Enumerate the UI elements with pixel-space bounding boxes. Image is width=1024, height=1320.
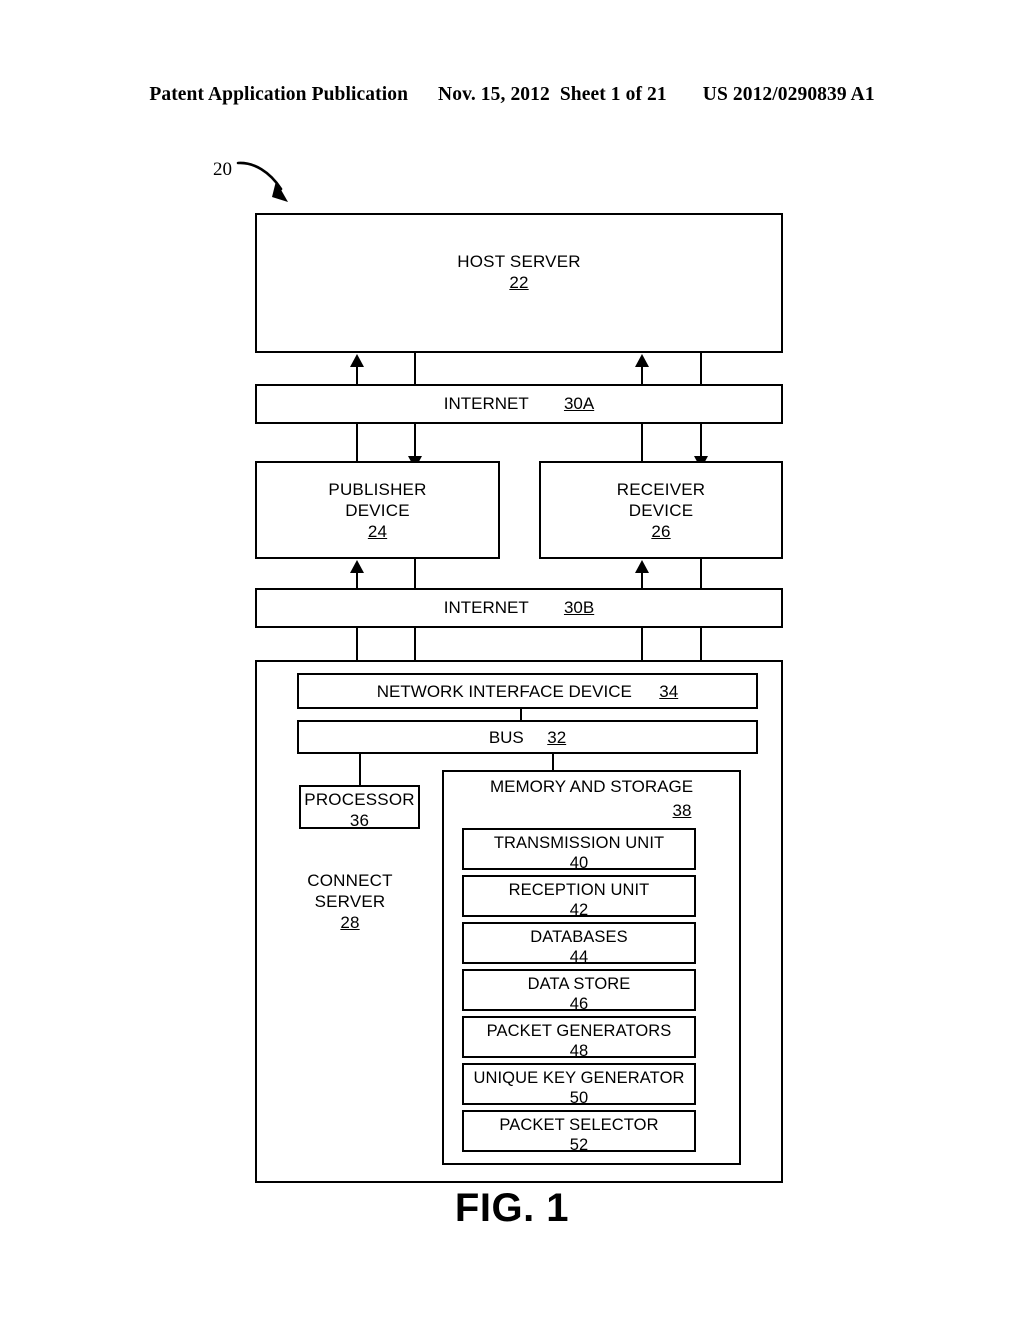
memory-module-title: UNIQUE KEY GENERATOR xyxy=(473,1069,685,1087)
internet-30b-title: INTERNET xyxy=(443,598,529,617)
memory-module-title: PACKET GENERATORS xyxy=(486,1022,672,1040)
bus-ref: 32 xyxy=(547,728,567,747)
internet-30b-label: INTERNET 30B xyxy=(255,597,783,618)
memory-and-storage-title-label: MEMORY AND STORAGE xyxy=(442,776,741,797)
memory-module-title: RECEPTION UNIT xyxy=(508,881,650,899)
memory-module-ref: 40 xyxy=(569,854,589,872)
publisher-device-label: PUBLISHER DEVICE 24 xyxy=(255,479,500,542)
arrow-head-connect-to-publisher-icon xyxy=(350,560,364,573)
connector-nid-to-bus xyxy=(520,709,522,720)
publisher-device-title-line1: PUBLISHER xyxy=(328,480,427,499)
header-sheet-label: Sheet 1 of 21 xyxy=(559,84,667,105)
figure-caption: FIG. 1 xyxy=(454,1186,570,1230)
memory-and-storage-title: MEMORY AND STORAGE xyxy=(489,777,694,796)
system-callout-label: 20 xyxy=(213,159,232,180)
memory-module-ref: 52 xyxy=(569,1136,589,1154)
memory-module-ref: 48 xyxy=(569,1042,589,1060)
processor-title: PROCESSOR xyxy=(304,790,415,809)
connector-bus-to-processor xyxy=(359,754,361,786)
network-interface-device-title: NETWORK INTERFACE DEVICE xyxy=(376,682,632,701)
connector-bus-to-memory xyxy=(552,754,554,771)
memory-module-title: DATA STORE xyxy=(527,975,631,993)
processor-ref: 36 xyxy=(349,811,370,830)
arrow-head-connect-to-receiver-icon xyxy=(635,560,649,573)
memory-module-box: DATABASES 44 xyxy=(462,922,696,966)
receiver-device-label: RECEIVER DEVICE 26 xyxy=(539,479,783,542)
memory-and-storage-ref-label: 38 xyxy=(672,801,692,820)
arrow-head-publisher-to-host-icon xyxy=(350,354,364,367)
header-publication-label: Patent Application Publication xyxy=(149,84,409,105)
system-callout-lead-arrow-icon xyxy=(236,161,288,202)
memory-module-title: PACKET SELECTOR xyxy=(499,1116,659,1134)
arrow-head-receiver-to-host-icon xyxy=(635,354,649,367)
memory-module-title: DATABASES xyxy=(530,928,628,946)
receiver-device-title-line1: RECEIVER xyxy=(616,480,706,499)
connect-server-title-line2: SERVER xyxy=(314,892,386,911)
internet-30a-label: INTERNET 30A xyxy=(255,393,783,414)
publisher-device-title-line2: DEVICE xyxy=(345,501,410,520)
internet-30a-ref: 30A xyxy=(563,394,595,413)
memory-module-ref: 44 xyxy=(569,948,589,966)
memory-module-box: TRANSMISSION UNIT 40 xyxy=(462,828,696,872)
memory-module-box: RECEPTION UNIT 42 xyxy=(462,875,696,919)
connect-server-ref: 28 xyxy=(340,913,360,932)
network-interface-device-ref: 34 xyxy=(659,682,679,701)
memory-module-box: PACKET GENERATORS 48 xyxy=(462,1016,696,1060)
receiver-device-ref: 26 xyxy=(651,522,671,541)
host-server-ref: 22 xyxy=(509,273,529,292)
internet-30a-title: INTERNET xyxy=(443,394,529,413)
memory-module-title: TRANSMISSION UNIT xyxy=(493,834,665,852)
memory-module-ref: 42 xyxy=(569,901,589,919)
host-server-label: HOST SERVER 22 xyxy=(255,251,783,293)
memory-module-ref: 46 xyxy=(569,995,589,1013)
host-server-title: HOST SERVER xyxy=(457,252,581,271)
header-patent-number: US 2012/0290839 A1 xyxy=(702,84,875,105)
publisher-device-ref: 24 xyxy=(367,522,388,541)
connect-server-title-line1: CONNECT xyxy=(307,871,393,890)
publication-header: Patent Application Publication Nov. 15, 2… xyxy=(0,84,1024,106)
memory-module-box: UNIQUE KEY GENERATOR 50 xyxy=(462,1063,696,1107)
bus-label: BUS 32 xyxy=(297,727,758,748)
receiver-device-title-line2: DEVICE xyxy=(628,501,694,520)
network-interface-device-label: NETWORK INTERFACE DEVICE 34 xyxy=(297,681,758,702)
memory-module-box: DATA STORE 46 xyxy=(462,969,696,1013)
bus-title: BUS xyxy=(488,728,524,747)
header-date-label: Nov. 15, 2012 xyxy=(438,84,550,105)
memory-module-ref: 50 xyxy=(569,1089,589,1107)
connect-server-label: CONNECT SERVER 28 xyxy=(270,870,430,933)
processor-label: PROCESSOR 36 xyxy=(299,789,420,831)
memory-module-box: PACKET SELECTOR 52 xyxy=(462,1110,696,1154)
internet-30b-ref: 30B xyxy=(563,598,595,617)
